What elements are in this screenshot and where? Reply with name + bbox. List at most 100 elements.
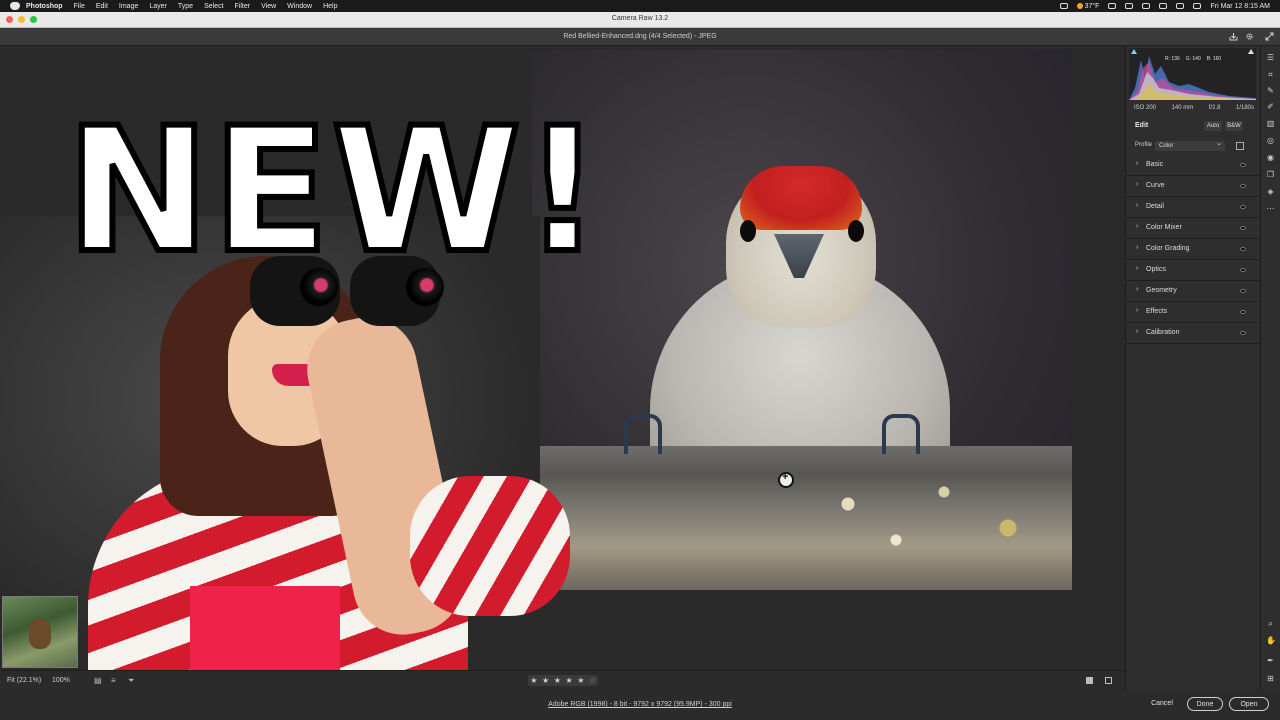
section-effects[interactable]: › Effects	[1126, 302, 1260, 323]
rating-star-5[interactable]: ★	[577, 676, 584, 685]
cancel-button[interactable]: Cancel	[1144, 697, 1180, 711]
visibility-icon[interactable]	[1240, 184, 1246, 188]
bird-eye-right	[848, 220, 864, 242]
chevron-right-icon: ›	[1136, 286, 1139, 293]
window-title: Camera Raw 13.2	[611, 15, 669, 22]
single-view-icon[interactable]	[1086, 677, 1093, 684]
snapshot-icon[interactable]: ◈	[1266, 187, 1275, 196]
screen-record-icon[interactable]	[1059, 3, 1068, 9]
workflow-options-link[interactable]: Adobe RGB (1998) - 8 bit - 9792 x 9792 (…	[0, 701, 1280, 708]
brush-icon[interactable]: ✐	[1266, 102, 1275, 111]
seed-pile	[752, 456, 1072, 576]
zoom-icon[interactable]: ⌕	[1266, 619, 1275, 628]
workflow-options-text[interactable]: Adobe RGB (1998) - 8 bit - 9792 x 9792 (…	[548, 701, 732, 708]
chevron-right-icon: ›	[1136, 307, 1139, 314]
section-curve[interactable]: › Curve	[1126, 176, 1260, 197]
open-button[interactable]: Open	[1229, 697, 1269, 711]
focal-length-value: 140 mm	[1171, 105, 1194, 111]
redeye-icon[interactable]: ◉	[1266, 153, 1275, 162]
settings-gear-icon[interactable]	[1245, 32, 1254, 41]
weather-widget[interactable]: 37°F	[1077, 3, 1100, 10]
visibility-icon[interactable]	[1240, 247, 1246, 251]
rating-star-2[interactable]: ★	[542, 676, 549, 685]
fullscreen-icon[interactable]	[1265, 32, 1274, 41]
apple-icon[interactable]	[10, 2, 20, 10]
menu-help[interactable]: Help	[323, 3, 337, 10]
menu-file[interactable]: File	[74, 3, 85, 10]
bird-photo-preview[interactable]	[532, 50, 1072, 590]
rating-star-3[interactable]: ★	[554, 676, 561, 685]
menu-view[interactable]: View	[261, 3, 276, 10]
bw-button[interactable]: B&W	[1225, 121, 1243, 131]
control-center-icon[interactable]	[1193, 3, 1202, 9]
image-canvas[interactable]: NEW!	[0, 46, 1125, 670]
menubar-clock[interactable]: Fri Mar 12 8:15 AM	[1210, 3, 1270, 10]
menu-layer[interactable]: Layer	[149, 3, 167, 10]
presets-icon[interactable]: ❐	[1266, 170, 1275, 179]
sort-icon[interactable]: ≡	[111, 676, 120, 685]
more-icon[interactable]: ⋯	[1266, 204, 1275, 213]
battery-icon[interactable]	[1176, 3, 1185, 9]
healing-icon[interactable]: ✎	[1266, 86, 1275, 95]
filmstrip-toggle-icon[interactable]: ▤	[94, 676, 103, 685]
display-icon[interactable]	[1108, 3, 1117, 9]
histogram: R: 136 G: 140 B: 160	[1129, 48, 1256, 100]
rating-stars[interactable]: ★ ★ ★ ★ ★ ⊘	[528, 675, 598, 686]
edit-title: Edit	[1135, 122, 1149, 129]
menu-filter[interactable]: Filter	[235, 3, 251, 10]
filmstrip-thumbnail[interactable]	[2, 596, 78, 668]
auto-button[interactable]: Auto	[1204, 121, 1222, 131]
menu-window[interactable]: Window	[287, 3, 312, 10]
section-label: Color Grading	[1146, 245, 1190, 252]
hand-icon[interactable]: ✋	[1266, 636, 1276, 645]
crop-icon[interactable]: ⌗	[1266, 70, 1275, 79]
filter-icon[interactable]: ⏷	[128, 676, 137, 685]
gradient-icon[interactable]: ▥	[1266, 119, 1275, 128]
sampler-icon[interactable]: ✒	[1266, 656, 1275, 665]
menu-edit[interactable]: Edit	[96, 3, 108, 10]
cloud-icon[interactable]	[1142, 3, 1151, 9]
footer-bar: Adobe RGB (1998) - 8 bit - 9792 x 9792 (…	[0, 690, 1280, 720]
rating-star-4[interactable]: ★	[565, 676, 572, 685]
done-button[interactable]: Done	[1187, 697, 1223, 711]
menu-image[interactable]: Image	[119, 3, 138, 10]
section-geometry[interactable]: › Geometry	[1126, 281, 1260, 302]
visibility-icon[interactable]	[1240, 268, 1246, 272]
visibility-icon[interactable]	[1240, 331, 1246, 335]
section-optics[interactable]: › Optics	[1126, 260, 1260, 281]
document-header: Red Bellied-Enhanced.dng (4/4 Selected) …	[0, 28, 1280, 46]
fit-zoom-button[interactable]: Fit (22.1%)	[7, 677, 41, 684]
visibility-icon[interactable]	[1240, 205, 1246, 209]
visibility-icon[interactable]	[1240, 310, 1246, 314]
profile-select[interactable]: Color	[1155, 139, 1225, 151]
menu-app[interactable]: Photoshop	[26, 3, 63, 10]
bird-eye-left	[740, 220, 756, 242]
edit-header: Edit Auto B&W	[1126, 118, 1260, 134]
grid-icon[interactable]: ⊞	[1266, 674, 1275, 683]
section-detail[interactable]: › Detail	[1126, 197, 1260, 218]
ai-icon[interactable]	[1125, 3, 1134, 9]
visibility-icon[interactable]	[1240, 226, 1246, 230]
pink-top	[190, 586, 340, 670]
radial-icon[interactable]: ◎	[1266, 136, 1275, 145]
adjustment-sections: › Basic › Curve › Detail › Color Mixer › Colo…	[1126, 155, 1260, 344]
section-basic[interactable]: › Basic	[1126, 155, 1260, 176]
visibility-icon[interactable]	[1240, 289, 1246, 293]
section-calibration[interactable]: › Calibration	[1126, 323, 1260, 344]
before-after-icon[interactable]	[1105, 677, 1112, 684]
edit-sliders-icon[interactable]: ☰	[1266, 53, 1275, 62]
menu-select[interactable]: Select	[204, 3, 223, 10]
profile-browser-icon[interactable]	[1236, 142, 1244, 150]
rating-star-1[interactable]: ★	[530, 676, 537, 685]
save-image-icon[interactable]	[1229, 32, 1238, 41]
wifi-icon[interactable]	[1159, 3, 1168, 9]
visibility-icon[interactable]	[1240, 163, 1246, 167]
section-color-mixer[interactable]: › Color Mixer	[1126, 218, 1260, 239]
menu-type[interactable]: Type	[178, 3, 193, 10]
shadow-clipping-icon[interactable]	[1131, 49, 1137, 54]
section-color-grading[interactable]: › Color Grading	[1126, 239, 1260, 260]
zoom-level-dropdown[interactable]: 100%	[52, 677, 70, 684]
delete-flag-icon[interactable]: ⊘	[589, 676, 596, 685]
window-titlebar: Camera Raw 13.2	[0, 12, 1280, 28]
highlight-clipping-icon[interactable]	[1248, 49, 1254, 54]
